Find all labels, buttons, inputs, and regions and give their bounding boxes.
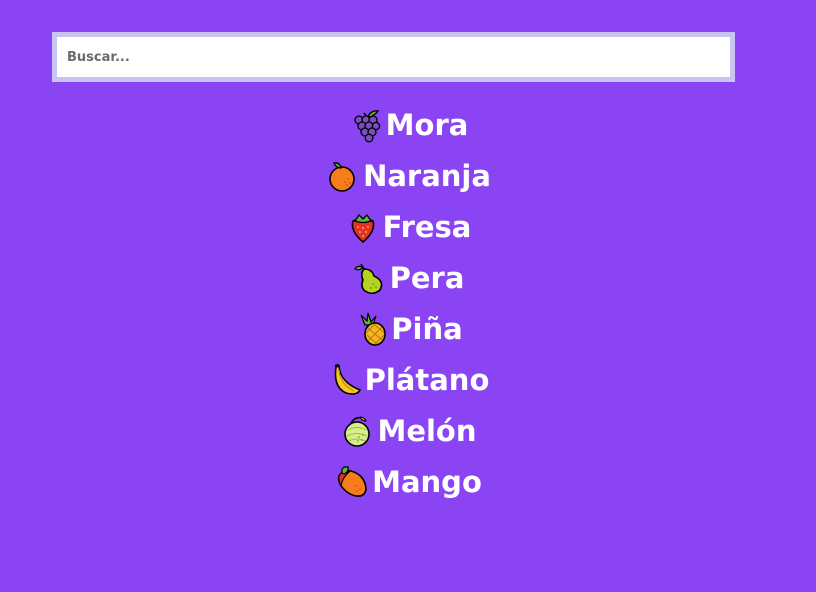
list-item: Plátano [0,354,816,405]
fruit-name: Pera [389,260,465,295]
list-item: Piña [0,303,816,354]
fruit-name: Piña [391,311,463,346]
fruit-name: Mango [372,464,482,499]
grapes-icon [348,107,384,143]
pear-icon [352,260,388,296]
strawberry-icon [345,209,381,245]
mango-icon [334,464,370,500]
list-item: Pera [0,252,816,303]
fruit-name: Mora [385,107,469,142]
list-item: Naranja [0,150,816,201]
list-item: Melón [0,405,816,456]
fruit-list: Mora Naranja Fresa Pera Piña Plátano Mel… [0,99,816,507]
fruit-name: Plátano [364,362,490,397]
melon-icon [339,413,375,449]
list-item: Fresa [0,201,816,252]
tangerine-icon [325,158,361,194]
list-item: Mora [0,99,816,150]
fruit-name: Fresa [382,209,472,244]
pineapple-icon [353,311,389,347]
fruit-name: Melón [377,413,477,448]
search-input[interactable] [57,37,730,77]
search-box [52,32,735,82]
list-item: Mango [0,456,816,507]
fruit-name: Naranja [363,158,491,193]
banana-icon [327,362,363,398]
